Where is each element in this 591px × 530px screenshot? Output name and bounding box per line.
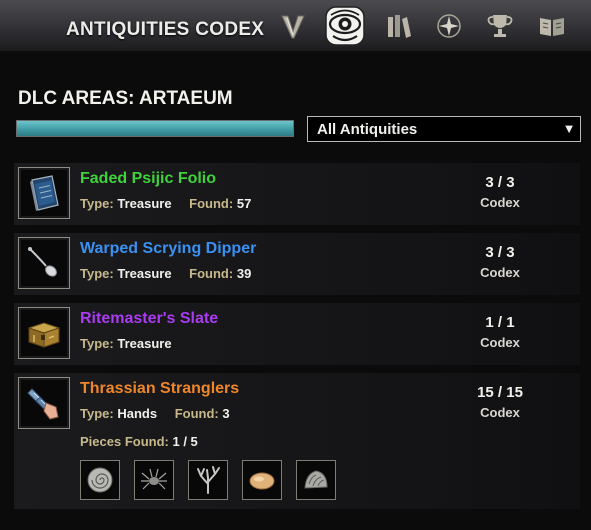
antiquity-name[interactable]: Warped Scrying Dipper <box>80 240 256 258</box>
antiquity-row-thrassian-stranglers[interactable]: Thrassian Stranglers Type: Hands Found: … <box>14 373 580 509</box>
found-label: Found: <box>174 406 219 421</box>
type-label: Type: <box>80 266 114 281</box>
type-label: Type: <box>80 196 114 211</box>
antiquity-meta: Type: Treasure Found: 57 <box>80 196 251 211</box>
type-label: Type: <box>80 406 114 421</box>
area-progress-fill <box>17 121 293 136</box>
codex-count-label: Codex <box>480 195 520 210</box>
app-title: ANTIQUITIES CODEX <box>66 19 265 40</box>
antiquity-name[interactable]: Ritemaster's Slate <box>80 310 218 328</box>
found-value: 3 <box>222 406 230 421</box>
area-progress-bar <box>16 120 294 137</box>
scrying-eye-icon[interactable] <box>322 4 368 48</box>
dropdown-arrow-icon: ▼ <box>562 121 576 136</box>
codex-count-value: 3 / 3 <box>485 244 515 261</box>
pieces-found-label: Pieces Found: <box>80 434 169 449</box>
window-header: ANTIQUITIES CODEX <box>0 0 591 52</box>
found-value: 57 <box>236 196 252 211</box>
codex-count-value: 1 / 1 <box>485 314 515 331</box>
amber-stone-icon[interactable] <box>242 460 282 500</box>
treasure-chest-icon <box>18 307 70 359</box>
found-label: Found: <box>189 266 234 281</box>
type-value: Hands <box>117 406 158 421</box>
antiquity-name[interactable]: Faded Psijic Folio <box>80 170 216 188</box>
codex-count-label: Codex <box>480 335 520 350</box>
found-value: 39 <box>236 266 252 281</box>
codex-count-label: Codex <box>480 265 520 280</box>
found-label: Found: <box>189 196 234 211</box>
coral-branch-icon[interactable] <box>188 460 228 500</box>
pieces-found: Pieces Found: 1 / 5 <box>80 434 198 449</box>
codex-content: DLC AREAS: ARTAEUM All Antiquities ▼ Fad… <box>0 52 591 530</box>
type-label: Type: <box>80 336 114 351</box>
coral-rock-icon[interactable] <box>296 460 336 500</box>
dipper-spoon-icon <box>18 237 70 289</box>
type-value: Treasure <box>117 266 172 281</box>
gauntlet-icon <box>18 377 70 429</box>
codex-count-value: 15 / 15 <box>477 384 523 401</box>
type-value: Treasure <box>117 336 172 351</box>
codex-count-label: Codex <box>480 405 520 420</box>
trophy-icon[interactable] <box>483 10 517 42</box>
antiquity-name[interactable]: Thrassian Stranglers <box>80 380 239 398</box>
folio-book-icon <box>18 167 70 219</box>
fossil-shell-icon[interactable] <box>80 460 120 500</box>
books-icon[interactable] <box>381 10 415 42</box>
open-book-icon[interactable] <box>535 10 569 42</box>
antiquity-row-faded-psijic-folio[interactable]: Faded Psijic Folio Type: Treasure Found:… <box>14 163 580 225</box>
area-title: DLC AREAS: ARTAEUM <box>18 88 233 109</box>
antiquity-filter-dropdown[interactable]: All Antiquities ▼ <box>307 116 581 142</box>
antiquity-row-warped-scrying-dipper[interactable]: Warped Scrying Dipper Type: Treasure Fou… <box>14 233 580 295</box>
antiquity-meta: Type: Hands Found: 3 <box>80 406 230 421</box>
antiquity-row-ritemasters-slate[interactable]: Ritemaster's Slate Type: Treasure 1 / 1 … <box>14 303 580 365</box>
spider-fossil-icon[interactable] <box>134 460 174 500</box>
antiquity-meta: Type: Treasure Found: 39 <box>80 266 251 281</box>
constellation-icon[interactable] <box>432 10 466 42</box>
antiquity-meta: Type: Treasure <box>80 336 172 351</box>
filter-selected-value: All Antiquities <box>317 120 418 138</box>
v-emblem-icon[interactable] <box>276 10 310 42</box>
pieces-found-value: 1 / 5 <box>172 434 198 449</box>
type-value: Treasure <box>117 196 172 211</box>
codex-count-value: 3 / 3 <box>485 174 515 191</box>
